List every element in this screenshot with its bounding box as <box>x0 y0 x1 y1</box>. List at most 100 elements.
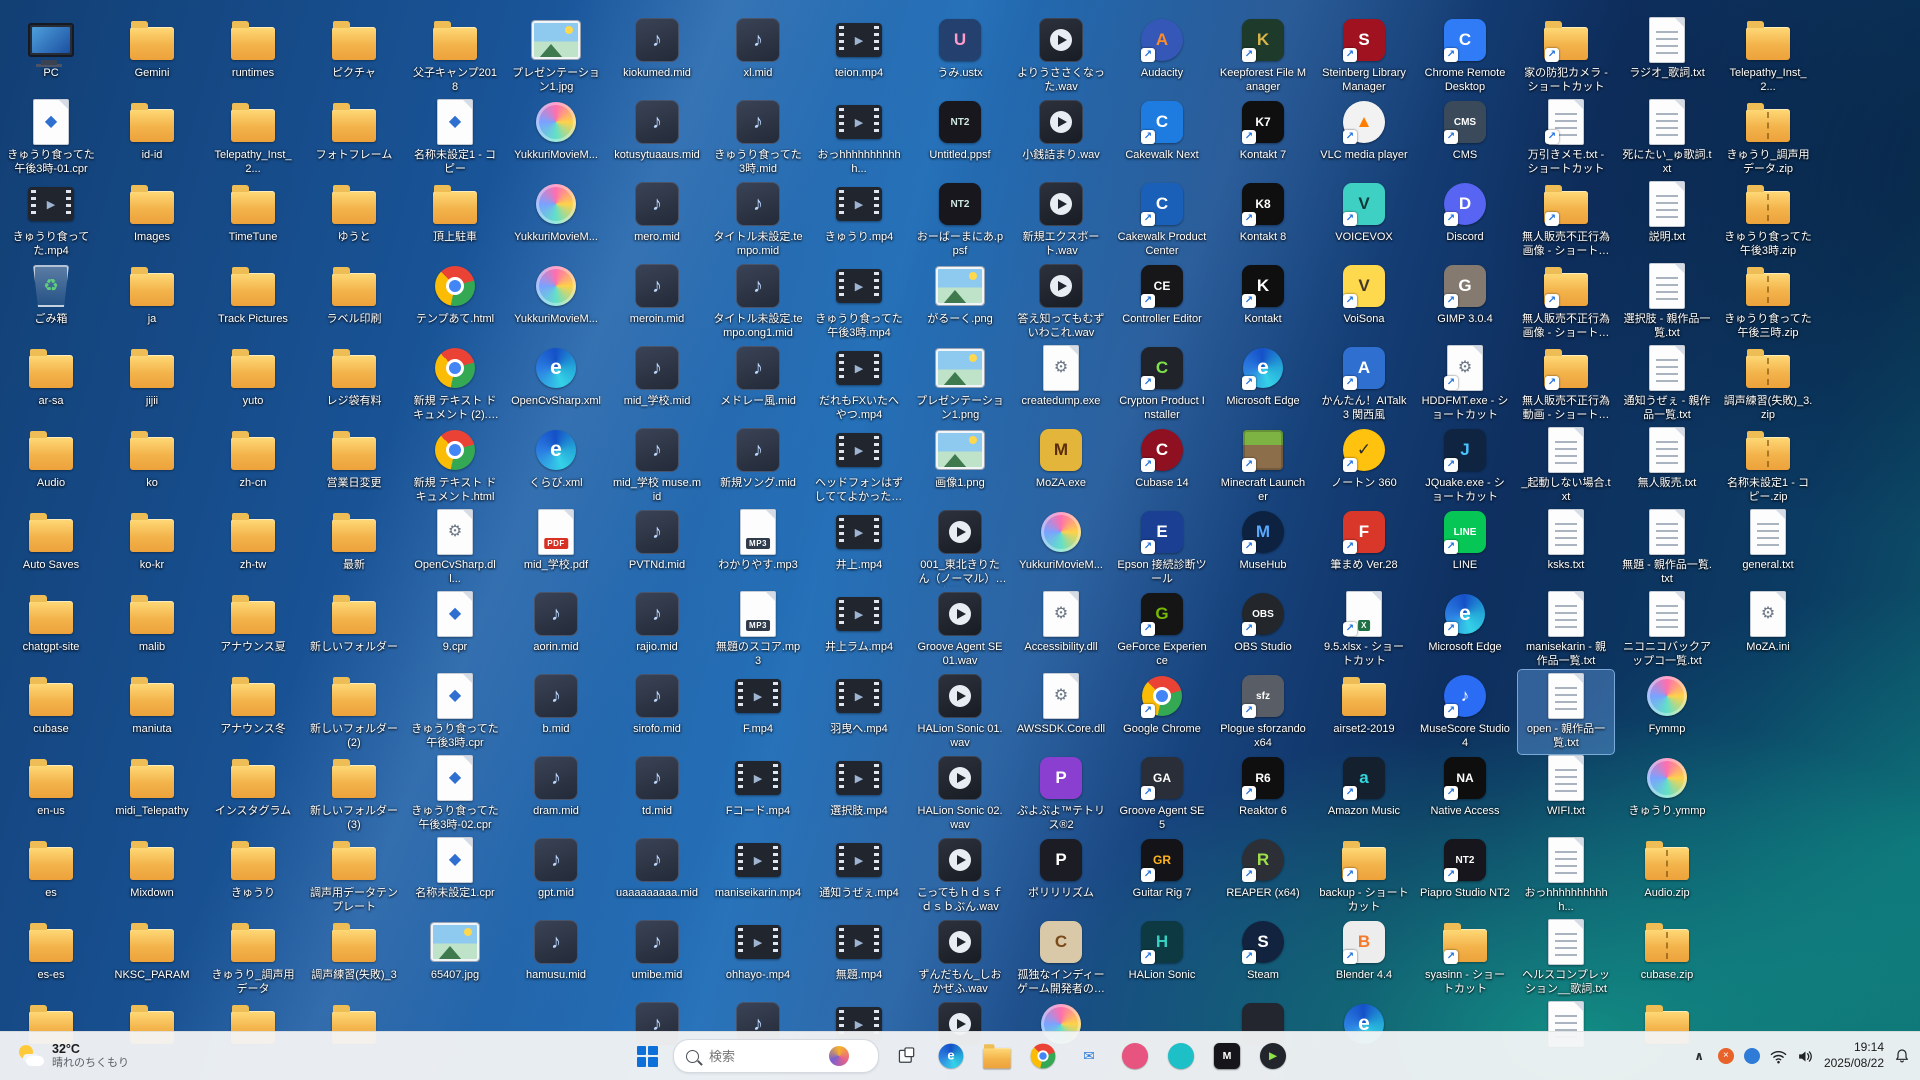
desktop-icon[interactable]: Images <box>104 178 200 248</box>
desktop-icon[interactable]: ▶だれもFXいたへやつ.mp4 <box>811 342 907 426</box>
desktop-icon[interactable]: ▶井上ラム.mp4 <box>811 588 907 658</box>
desktop-icon[interactable]: C孤独なインディーゲーム開発者の一生... <box>1013 916 1109 1000</box>
desktop-icon[interactable]: 新規 テキスト ドキュメント (2).html <box>407 342 503 426</box>
desktop-icon[interactable]: eOpenCvSharp.xml <box>508 342 604 412</box>
desktop-icon[interactable]: sfz↗Plogue sforzando x64 <box>1215 670 1311 754</box>
desktop-icon[interactable]: en-us <box>3 752 99 822</box>
search-input[interactable] <box>707 1048 821 1065</box>
desktop-icon[interactable]: ♪b.mid <box>508 670 604 740</box>
desktop-icon[interactable]: ↗syasinn - ショートカット <box>1417 916 1513 1000</box>
desktop-icon[interactable]: ♪aorin.mid <box>508 588 604 658</box>
weather-widget[interactable]: 32°C 晴れのちくもり <box>10 1032 137 1080</box>
desktop-icon[interactable]: K8↗Kontakt 8 <box>1215 178 1311 248</box>
desktop-icon[interactable]: YukkuriMovieM... <box>508 260 604 330</box>
desktop-icon[interactable]: runtimes <box>205 14 301 84</box>
desktop-icon[interactable]: ゆうと <box>306 178 402 248</box>
desktop-icon[interactable]: Track Pictures <box>205 260 301 330</box>
desktop-icon[interactable]: Mixdown <box>104 834 200 904</box>
start-button[interactable] <box>627 1036 667 1076</box>
desktop-icon[interactable]: おっhhhhhhhhhhh... <box>1518 834 1614 918</box>
desktop-icon[interactable]: ⚙OpenCvSharp.dll... <box>407 506 503 590</box>
taskbar-task-view[interactable] <box>885 1036 925 1076</box>
desktop-icon[interactable]: ▶きゅうり.mp4 <box>811 178 907 248</box>
desktop-icon[interactable]: ko-kr <box>104 506 200 576</box>
desktop-icon[interactable]: ▶maniseikarin.mp4 <box>710 834 806 904</box>
desktop-icon[interactable]: WIFI.txt <box>1518 752 1614 822</box>
desktop-icon[interactable]: ▶F.mp4 <box>710 670 806 740</box>
desktop-icon[interactable]: es <box>3 834 99 904</box>
desktop-icon[interactable]: 最新 <box>306 506 402 576</box>
desktop-icon[interactable]: A↗かんたん！AITalk 3 関西風 <box>1316 342 1412 426</box>
desktop-icon[interactable]: ♪mid_学校 muse.mid <box>609 424 705 508</box>
desktop-icon[interactable]: V↗VoiSona <box>1316 260 1412 330</box>
desktop-icon[interactable]: ヘルスコンプレッション__歌詞.txt <box>1518 916 1614 1000</box>
taskbar-mail[interactable]: ✉ <box>1069 1036 1109 1076</box>
desktop-icon[interactable]: きゅうり_調声用データ <box>205 916 301 1000</box>
desktop-icon[interactable]: LINE↗LINE <box>1417 506 1513 576</box>
desktop-icon[interactable]: 調声練習(失敗)_3.zip <box>1720 342 1816 426</box>
desktop-icon[interactable]: 名称未設定1 - コピー.zip <box>1720 424 1816 508</box>
desktop-icon[interactable]: インスタグラム <box>205 752 301 822</box>
volume-icon[interactable] <box>1797 1049 1814 1064</box>
desktop-icon[interactable]: MMoZA.exe <box>1013 424 1109 494</box>
desktop-icon[interactable]: cubase.zip <box>1619 916 1715 986</box>
desktop-icon[interactable]: 営業日変更 <box>306 424 402 494</box>
desktop-icon[interactable]: きゅうり食ってた午後三時.zip <box>1720 260 1816 344</box>
desktop-icon[interactable]: ↗backup - ショートカット <box>1316 834 1412 918</box>
desktop-icon[interactable]: NKSC_PARAM <box>104 916 200 986</box>
desktop-icon[interactable]: TimeTune <box>205 178 301 248</box>
desktop-icon[interactable]: ♪mid_学校.mid <box>609 342 705 412</box>
desktop-icon[interactable]: YukkuriMovieM... <box>508 178 604 248</box>
desktop-icon[interactable]: よりうささくなった.wav <box>1013 14 1109 98</box>
desktop-icon[interactable]: ♪メドレー風.mid <box>710 342 806 412</box>
desktop-icon[interactable]: 調声用データテンプレート <box>306 834 402 918</box>
desktop-icon[interactable]: e↗Microsoft Edge <box>1417 588 1513 658</box>
desktop-icon[interactable]: cubase <box>3 670 99 740</box>
desktop-icon[interactable]: K↗Kontakt <box>1215 260 1311 330</box>
desktop-icon[interactable]: _起動しない場合.txt <box>1518 424 1614 508</box>
desktop-icon[interactable]: R6↗Reaktor 6 <box>1215 752 1311 822</box>
desktop-icon[interactable]: ↗万引きメモ.txt - ショートカット <box>1518 96 1614 180</box>
desktop-icon[interactable]: ✓↗ノートン 360 <box>1316 424 1412 494</box>
desktop-icon[interactable]: M↗MuseHub <box>1215 506 1311 576</box>
desktop-icon[interactable]: ♪↗MuseScore Studio 4 <box>1417 670 1513 754</box>
desktop-icon[interactable]: こってもｈｄｓｆｄｓｂぶん.wav <box>912 834 1008 918</box>
desktop-icon[interactable]: CMS↗CMS <box>1417 96 1513 166</box>
desktop-icon[interactable]: 65407.jpg <box>407 916 503 986</box>
desktop-icon[interactable]: id-id <box>104 96 200 166</box>
desktop-icon[interactable]: OBS↗OBS Studio <box>1215 588 1311 658</box>
desktop-icon[interactable]: ♪新規ソング.mid <box>710 424 806 494</box>
desktop-icon[interactable]: MP3わかりやす.mp3 <box>710 506 806 576</box>
desktop-icon[interactable]: ↗無人販売不正行為画像 - ショートカット <box>1518 260 1614 344</box>
desktop-icon[interactable]: プレゼンテーション1.png <box>912 342 1008 426</box>
desktop-icon[interactable]: H↗HALion Sonic <box>1114 916 1210 986</box>
desktop-icon[interactable]: 父子キャンプ2018 <box>407 14 503 98</box>
desktop-icon[interactable]: general.txt <box>1720 506 1816 576</box>
desktop-icon[interactable]: zh-tw <box>205 506 301 576</box>
desktop-icon[interactable]: 新規 テキスト ドキュメント.html <box>407 424 503 508</box>
desktop-icon[interactable]: maniuta <box>104 670 200 740</box>
desktop-icon[interactable]: ▶ヘッドフォンはずしててよかった.mp4 <box>811 424 907 508</box>
desktop-icon[interactable]: Gemini <box>104 14 200 84</box>
desktop-icon[interactable]: 説明.txt <box>1619 178 1715 248</box>
desktop-icon[interactable]: ⚙Accessibility.dll <box>1013 588 1109 658</box>
desktop-icon[interactable]: ⚙AWSSDK.Core.dll <box>1013 670 1109 740</box>
taskbar-file-explorer[interactable] <box>977 1036 1017 1076</box>
desktop-icon[interactable]: ksks.txt <box>1518 506 1614 576</box>
desktop-icon[interactable]: C↗Cakewalk Product Center <box>1114 178 1210 262</box>
desktop-icon[interactable]: ◆きゅうり食ってた午後3時-01.cpr <box>3 96 99 180</box>
desktop-icon[interactable]: アナウンス冬 <box>205 670 301 740</box>
desktop-icon[interactable]: PC <box>3 14 99 84</box>
desktop-icon[interactable]: YukkuriMovieM... <box>1013 506 1109 576</box>
desktop-icon[interactable]: S↗Steinberg Library Manager <box>1316 14 1412 98</box>
desktop-icon[interactable]: ◆きゅうり食ってた午後3時.cpr <box>407 670 503 754</box>
desktop-icon[interactable]: V↗VOICEVOX <box>1316 178 1412 248</box>
desktop-icon[interactable]: Fymmp <box>1619 670 1715 740</box>
desktop-icon[interactable]: ▶羽曳へ.mp4 <box>811 670 907 740</box>
taskbar-app-music[interactable]: M <box>1207 1036 1247 1076</box>
desktop-icon[interactable]: ♪sirofo.mid <box>609 670 705 740</box>
desktop-icon[interactable]: HALion Sonic 02.wav <box>912 752 1008 836</box>
desktop-icon[interactable]: 無人販売.txt <box>1619 424 1715 494</box>
desktop-icon[interactable]: jijii <box>104 342 200 412</box>
desktop-icon[interactable]: ずんだもん_しおかぜふ.wav <box>912 916 1008 1000</box>
